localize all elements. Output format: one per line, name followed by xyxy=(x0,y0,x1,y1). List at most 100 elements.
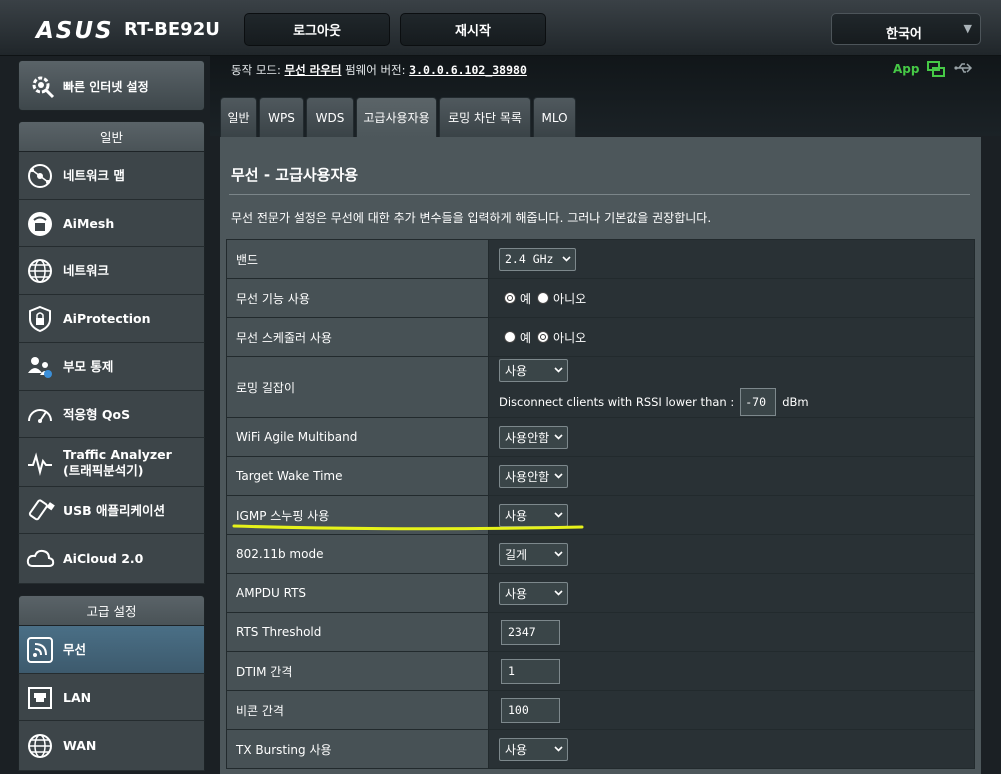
chevron-down-icon xyxy=(554,589,563,596)
tab-mlo[interactable]: MLO xyxy=(533,97,576,137)
network-map-icon xyxy=(28,164,52,188)
tx-bursting-select[interactable]: 사용 xyxy=(499,737,568,761)
firmware-link[interactable]: 3.0.0.6.102_38980 xyxy=(409,63,527,77)
sidebar-item-label: 무선 xyxy=(63,642,87,657)
tab-roaming-block-list[interactable]: 로밍 차단 목록 xyxy=(439,97,531,137)
setting-label: 로밍 길잡이 xyxy=(226,356,489,418)
chevron-down-icon xyxy=(554,472,563,479)
sidebar-item-usb-stick[interactable]: USB 애플리케이션 xyxy=(18,487,205,534)
settings-table: 밴드 2.4 GHz 무선 기능 사용 예 아니오 무선 스케줄러 사용 예 아… xyxy=(226,239,975,769)
advanced-section-header: 고급 설정 xyxy=(18,595,205,626)
scheduler-no-label: 아니오 xyxy=(553,330,587,345)
sidebar-item-parental-control[interactable]: 부모 통제 xyxy=(18,343,205,391)
language-select[interactable]: 한국어 ▼ xyxy=(831,13,981,45)
band-value: 2.4 GHz xyxy=(505,252,554,266)
scheduler-yes-radio[interactable] xyxy=(504,331,516,343)
tab-general[interactable]: 일반 xyxy=(220,97,257,137)
twt-value: 사용안함 xyxy=(505,469,550,484)
sidebar-item-label: 네트워크 xyxy=(63,263,110,278)
main-panel: 무선 - 고급사용자용 무선 전문가 설정은 무선에 대한 추가 변수들을 입력… xyxy=(220,137,981,774)
app-link[interactable]: App xyxy=(893,62,919,76)
dtim-input[interactable]: 1 xyxy=(501,658,560,684)
ampdu-rts-select[interactable]: 사용 xyxy=(499,581,568,605)
setting-label: WiFi Agile Multiband xyxy=(226,417,489,457)
setting-value: 사용 Disconnect clients with RSSI lower th… xyxy=(488,356,975,418)
usb-status-icon[interactable] xyxy=(954,61,974,75)
setting-label: 무선 기능 사용 xyxy=(226,278,489,318)
setting-value: 예 아니오 xyxy=(488,317,975,357)
agile-multiband-select[interactable]: 사용안함 xyxy=(499,425,568,449)
sidebar-item-label: LAN xyxy=(63,689,92,705)
setting-label: 비콘 간격 xyxy=(226,690,489,730)
rts-threshold-input[interactable]: 2347 xyxy=(501,619,560,645)
sidebar-item-aimesh[interactable]: AiMesh xyxy=(18,200,205,247)
twt-select[interactable]: 사용안함 xyxy=(499,464,568,488)
tx-bursting-value: 사용 xyxy=(505,742,528,757)
tab-professional[interactable]: 고급사용자용 xyxy=(356,97,437,137)
sidebar-item-label: AiProtection xyxy=(63,311,151,326)
ampdu-rts-value: 사용 xyxy=(505,586,528,601)
mode-11b-value: 길게 xyxy=(505,547,528,562)
sidebar-item-wan-globe[interactable]: WAN xyxy=(18,721,205,771)
sidebar-item-shield-lock[interactable]: AiProtection xyxy=(18,295,205,343)
sidebar-item-label: AiCloud 2.0 xyxy=(63,551,144,566)
table-row: WiFi Agile Multiband 사용안함 xyxy=(226,417,975,457)
mode-11b-select[interactable]: 길게 xyxy=(499,542,568,566)
sidebar-item-label: AiMesh xyxy=(63,215,115,231)
quick-setup-button[interactable]: 빠른 인터넷 설정 xyxy=(18,60,205,111)
tab-wps[interactable]: WPS xyxy=(259,97,304,137)
setting-value: 예 아니오 xyxy=(488,278,975,318)
scheduler-no-radio[interactable] xyxy=(537,331,550,343)
wifi-icon xyxy=(27,637,53,663)
top-bar: ASUS RT-BE92U 로그아웃 재시작 한국어 ▼ xyxy=(0,0,1001,56)
sidebar-item-label-secondary: (트래픽분석기) xyxy=(63,462,144,478)
sidebar-item-label: Traffic Analyzer xyxy=(63,446,172,462)
radio-enable-no[interactable] xyxy=(537,292,550,304)
sidebar-item-cloud[interactable]: AiCloud 2.0 xyxy=(18,534,205,584)
sidebar-item-label: 적응형 QoS xyxy=(63,406,131,422)
sidebar-item-network-map[interactable]: 네트워크 맵 xyxy=(18,152,205,200)
quick-setup-label: 빠른 인터넷 설정 xyxy=(63,80,149,94)
traffic-analyzer-icon xyxy=(28,451,52,476)
setting-value: 사용안함 xyxy=(488,456,975,496)
table-row: 비콘 간격 100 xyxy=(226,690,975,730)
roaming-select[interactable]: 사용 xyxy=(499,358,568,382)
rssi-input[interactable]: -70 xyxy=(740,387,777,416)
table-row: AMPDU RTS 사용 xyxy=(226,573,975,613)
rssi-unit: dBm xyxy=(782,394,809,409)
sidebar-item-lan-port[interactable]: LAN xyxy=(18,674,205,721)
lan-port-icon xyxy=(28,686,52,709)
parental-control-icon xyxy=(28,357,52,378)
shield-lock-icon xyxy=(29,305,51,333)
setting-label: 802.11b mode xyxy=(226,534,489,574)
op-mode-label: 동작 모드: xyxy=(231,63,281,77)
setting-label: 밴드 xyxy=(226,239,489,279)
network-status-icon[interactable] xyxy=(927,60,945,78)
sidebar-item-network-globe[interactable]: 네트워크 xyxy=(18,247,205,295)
status-line: 동작 모드: 무선 라우터 펌웨어 버전: 3.0.0.6.102_38980 xyxy=(231,62,527,78)
op-mode-link[interactable]: 무선 라우터 xyxy=(285,63,342,77)
page-title: 무선 - 고급사용자용 xyxy=(231,166,359,184)
beacon-input[interactable]: 100 xyxy=(501,697,560,723)
title-divider xyxy=(229,194,970,195)
setting-value: 2.4 GHz xyxy=(488,239,975,279)
general-section-header: 일반 xyxy=(18,121,205,152)
reboot-button[interactable]: 재시작 xyxy=(400,13,546,46)
setting-label: 무선 스케줄러 사용 xyxy=(226,317,489,357)
setting-value: 사용 xyxy=(488,729,975,769)
speedometer-icon xyxy=(28,408,52,423)
cloud-icon xyxy=(26,549,55,567)
roaming-value: 사용 xyxy=(505,363,528,378)
sidebar-item-wifi[interactable]: 무선 xyxy=(18,626,205,674)
band-select[interactable]: 2.4 GHz xyxy=(499,247,576,271)
setting-value: 100 xyxy=(488,690,975,730)
sidebar-item-speedometer[interactable]: 적응형 QoS xyxy=(18,391,205,438)
sidebar-item-traffic-analyzer[interactable]: (트래픽분석기) Traffic Analyzer xyxy=(18,438,205,487)
logout-button[interactable]: 로그아웃 xyxy=(244,13,390,46)
setting-label: DTIM 간격 xyxy=(226,651,489,691)
radio-enable-yes[interactable] xyxy=(504,292,516,304)
tab-wds[interactable]: WDS xyxy=(306,97,354,137)
table-row: DTIM 간격 1 xyxy=(226,651,975,691)
setting-value: 사용안함 xyxy=(488,417,975,457)
chevron-down-icon xyxy=(554,550,563,557)
